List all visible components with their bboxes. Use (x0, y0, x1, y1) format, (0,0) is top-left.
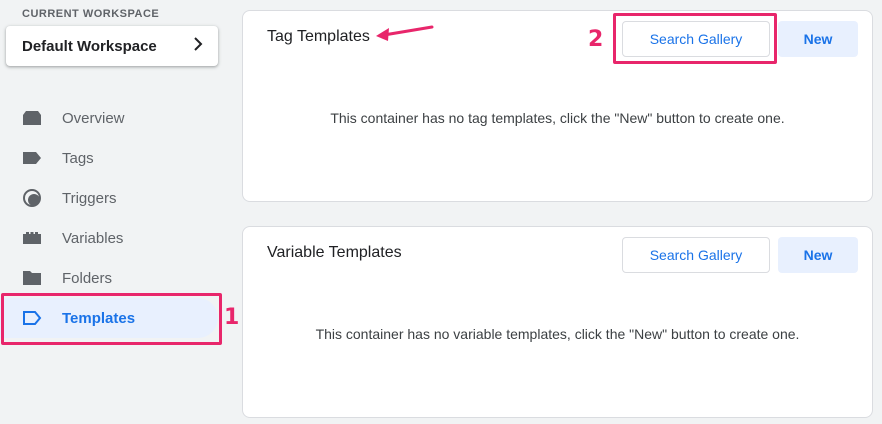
workspace-label: CURRENT WORKSPACE (22, 8, 160, 20)
tag-templates-empty-message: This container has no tag templates, cli… (330, 110, 785, 126)
tag-icon (22, 148, 42, 168)
sidebar-item-label: Overview (62, 109, 125, 127)
variable-templates-card: Variable Templates Search Gallery New Th… (242, 226, 873, 418)
pointer-arrow-icon (376, 25, 434, 41)
step-number-1: 1 (224, 305, 240, 330)
sidebar-item-variables[interactable]: Variables (0, 218, 232, 258)
folder-icon (22, 268, 42, 288)
overview-icon (22, 108, 42, 128)
workspace-name: Default Workspace (22, 37, 157, 55)
sidebar-item-overview[interactable]: Overview (0, 98, 232, 138)
sidebar-item-triggers[interactable]: Triggers (0, 178, 232, 218)
variable-new-button[interactable]: New (778, 237, 858, 273)
variable-templates-empty-message: This container has no variable templates… (315, 326, 800, 342)
variable-search-gallery-button[interactable]: Search Gallery (622, 237, 770, 273)
variable-templates-title: Variable Templates (267, 244, 402, 261)
sidebar-item-label: Tags (62, 149, 94, 167)
trigger-icon (22, 188, 42, 208)
workspace-selector[interactable]: Default Workspace (6, 26, 218, 66)
tag-search-gallery-button[interactable]: Search Gallery (622, 21, 770, 57)
sidebar-item-label: Triggers (62, 189, 117, 207)
step-number-2: 2 (588, 27, 604, 52)
tag-templates-title: Tag Templates (267, 28, 370, 45)
sidebar-item-label: Folders (62, 269, 113, 287)
chevron-right-icon (192, 36, 204, 56)
sidebar-item-folders[interactable]: Folders (0, 258, 232, 298)
variables-icon (22, 228, 42, 248)
sidebar-item-tags[interactable]: Tags (0, 138, 232, 178)
template-icon (22, 308, 42, 328)
sidebar-item-label: Templates (62, 309, 136, 327)
sidebar-nav: Overview Tags Triggers Variables Folders (0, 98, 232, 338)
tag-new-button[interactable]: New (778, 21, 858, 57)
sidebar-item-templates[interactable]: Templates (0, 298, 218, 338)
sidebar: CURRENT WORKSPACE Default Workspace Over… (0, 0, 232, 424)
sidebar-item-label: Variables (62, 229, 124, 247)
tag-templates-card: Tag Templates Search Gallery New This co… (242, 10, 873, 202)
